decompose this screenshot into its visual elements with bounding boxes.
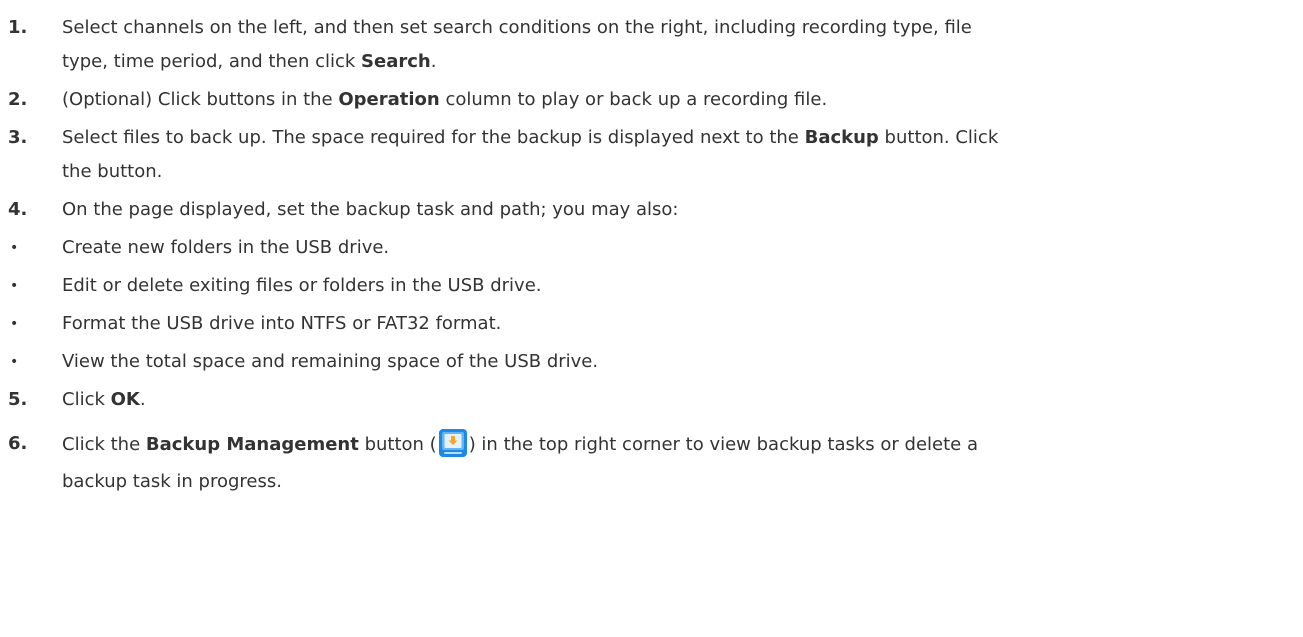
step-text: Click [62, 389, 111, 410]
step-number: 2. [8, 89, 28, 110]
step-text: Click the [62, 434, 146, 455]
step-text-line-1: (Optional) Click buttons in the Operatio… [62, 84, 1294, 116]
bullet-text: Create new folders in the USB drive. [62, 237, 390, 258]
step-text: On the page displayed, set the backup ta… [62, 199, 679, 220]
backup-management-icon [438, 428, 468, 458]
step-text: backup task in progress. [62, 471, 282, 492]
bullet-text: Format the USB drive into NTFS or FAT32 … [62, 313, 502, 334]
step-text: the button. [62, 161, 163, 182]
step-text: type, time period, and then click [62, 51, 362, 72]
step-text-line-1: Select files to back up. The space requi… [62, 122, 1294, 154]
search-label: Search [361, 51, 431, 72]
step-text: Select channels on the left, and then se… [62, 17, 972, 38]
step-text-line-1: Click OK. [62, 384, 1294, 416]
bullet-text: Edit or delete exiting files or folders … [62, 275, 542, 296]
operation-label: Operation [338, 89, 440, 110]
step-text: button ( [358, 434, 437, 455]
step-number: 3. [8, 127, 28, 148]
step-text: button. Click [878, 127, 999, 148]
bullet-symbol: • [10, 354, 19, 370]
step-number: 5. [8, 389, 28, 410]
step-text-line-1: Select channels on the left, and then se… [62, 12, 1294, 44]
bullet-symbol: • [10, 240, 19, 256]
backup-management-label: Backup Management [145, 434, 359, 455]
step-number: 6. [8, 433, 28, 454]
ok-label: OK [110, 389, 140, 410]
step-text-line-1: On the page displayed, set the backup ta… [62, 194, 1294, 226]
step-text: ) in the top right corner to view backup… [468, 434, 978, 455]
step-text: (Optional) Click buttons in the [62, 89, 339, 110]
step-text: column to play or back up a recording fi… [439, 89, 828, 110]
step-number: 1. [8, 17, 28, 38]
backup-label: Backup [804, 127, 879, 148]
step-text-line-1: Click the Backup Management button ( ) i… [62, 428, 1294, 461]
bullet-symbol: • [10, 278, 19, 294]
step-text-line-2: the button. [62, 156, 1294, 188]
bullet-text: View the total space and remaining space… [62, 351, 599, 372]
step-text: . [430, 51, 437, 72]
step-text: . [139, 389, 146, 410]
bullet-symbol: • [10, 316, 19, 332]
step-number: 4. [8, 199, 28, 220]
step-text-line-2: type, time period, and then click Search… [62, 46, 1294, 78]
step-text-line-2: backup task in progress. [62, 466, 1294, 498]
step-text: Select files to back up. The space requi… [62, 127, 805, 148]
